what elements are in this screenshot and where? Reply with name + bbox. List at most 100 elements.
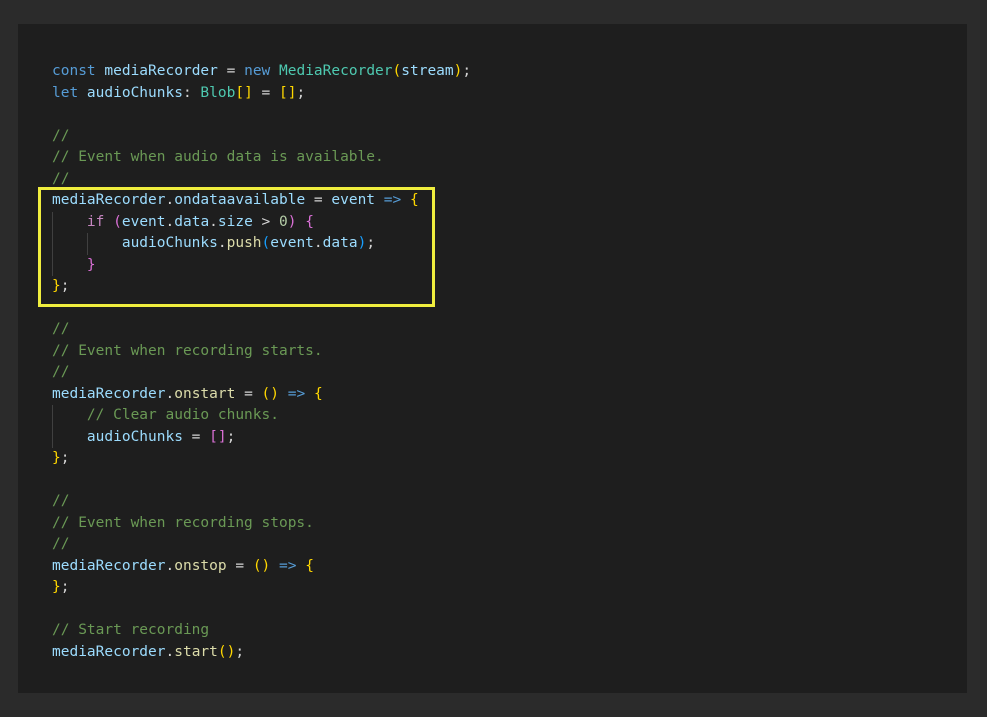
code-token: mediaRecorder <box>52 557 166 574</box>
code-line: // Event when recording stops. <box>52 513 471 535</box>
code-token: = <box>305 192 332 208</box>
indent-guide <box>52 254 53 276</box>
code-token: => <box>375 192 410 208</box>
code-token: start <box>174 643 218 660</box>
code-token: // <box>52 364 70 380</box>
code-token: data <box>322 235 358 251</box>
code-line: }; <box>52 448 471 470</box>
code-token: = <box>235 385 262 402</box>
code-token: . <box>217 235 227 251</box>
code-token: audioChunks <box>86 84 183 101</box>
code-token: // Start recording <box>52 622 210 638</box>
code-token: . <box>165 385 175 402</box>
code-line: mediaRecorder.onstart = () => { <box>52 384 471 406</box>
code-token: [] <box>235 84 253 101</box>
code-line: const mediaRecorder = new MediaRecorder(… <box>52 61 471 83</box>
code-token: data <box>174 213 210 230</box>
code-token: onstop <box>174 557 227 574</box>
code-token: // <box>52 536 70 552</box>
code-token: stream <box>401 63 454 79</box>
code-token: // Clear audio chunks. <box>86 407 279 423</box>
code-token: event <box>270 235 314 251</box>
indent-guide <box>52 233 53 255</box>
code-line: mediaRecorder.ondataavailable = event =>… <box>52 190 471 212</box>
code-token: mediaRecorder <box>52 192 166 208</box>
code-token: onstart <box>174 385 236 402</box>
code-line: // Event when recording starts. <box>52 341 471 363</box>
indent-guide <box>52 426 53 448</box>
code-token: . <box>165 192 175 208</box>
code-token: = <box>226 557 253 574</box>
code-line: // <box>52 534 471 556</box>
indent-guide <box>52 405 53 427</box>
code-token: > <box>252 213 280 230</box>
code-line: // <box>52 319 471 341</box>
code-line: mediaRecorder.start(); <box>52 642 471 664</box>
code-token: push <box>226 235 262 251</box>
code-token: . <box>165 213 175 230</box>
code-token: ; <box>235 643 245 660</box>
code-line: }; <box>52 276 471 298</box>
code-line: if (event.data.size > 0) { <box>52 211 471 233</box>
code-block: const mediaRecorder = new MediaRecorder(… <box>52 61 471 663</box>
code-token: => <box>279 385 314 402</box>
code-token: event <box>121 213 166 230</box>
code-token: // <box>52 170 70 187</box>
code-token: mediaRecorder <box>104 63 218 79</box>
code-line: // <box>52 491 471 513</box>
code-token: ( <box>392 63 402 79</box>
code-token: => <box>270 557 306 574</box>
code-token: { <box>305 213 314 230</box>
code-token: event <box>331 192 376 208</box>
code-token: ; <box>60 278 70 294</box>
code-token: ; <box>60 450 70 466</box>
code-token: { <box>409 192 419 208</box>
code-token: 0 <box>279 213 288 230</box>
code-token: = <box>182 428 210 445</box>
code-line: } <box>52 254 471 276</box>
code-line: audioChunks.push(event.data); <box>52 233 471 255</box>
code-token: ; <box>296 84 306 101</box>
code-token: audioChunks <box>86 428 183 445</box>
code-token: ) <box>287 213 297 230</box>
code-token: ( <box>113 213 122 230</box>
code-token: { <box>305 557 314 574</box>
code-editor: const mediaRecorder = new MediaRecorder(… <box>18 24 967 693</box>
code-token: . <box>165 557 175 574</box>
code-token: [] <box>209 428 227 445</box>
code-token: ( <box>261 235 271 251</box>
code-token: let <box>52 84 87 101</box>
code-token: . <box>313 235 323 251</box>
code-token: // Event when audio data is available. <box>52 149 384 165</box>
code-token: // <box>52 321 70 337</box>
code-token: audioChunks <box>121 235 218 251</box>
code-token: [] <box>279 84 297 101</box>
code-token: } <box>86 256 96 273</box>
code-line: // Start recording <box>52 620 471 642</box>
code-token: Blob <box>200 84 236 101</box>
code-line: // <box>52 169 471 191</box>
code-token: ) <box>357 235 367 251</box>
code-token: ; <box>60 579 70 595</box>
code-token: size <box>217 213 253 230</box>
code-token: mediaRecorder <box>52 643 166 660</box>
indent-guide <box>52 211 53 233</box>
code-token: . <box>209 213 218 230</box>
code-token: = <box>252 84 280 101</box>
code-token: . <box>165 643 175 660</box>
code-token: // <box>52 127 70 144</box>
code-line: audioChunks = []; <box>52 426 471 448</box>
code-token: } <box>52 450 61 466</box>
code-token: { <box>313 385 323 402</box>
code-token: new <box>244 63 280 79</box>
code-token: () <box>217 643 236 660</box>
code-token: ; <box>462 63 472 79</box>
code-line: // <box>52 126 471 148</box>
code-token: const <box>52 63 105 79</box>
code-token: ; <box>226 428 236 445</box>
